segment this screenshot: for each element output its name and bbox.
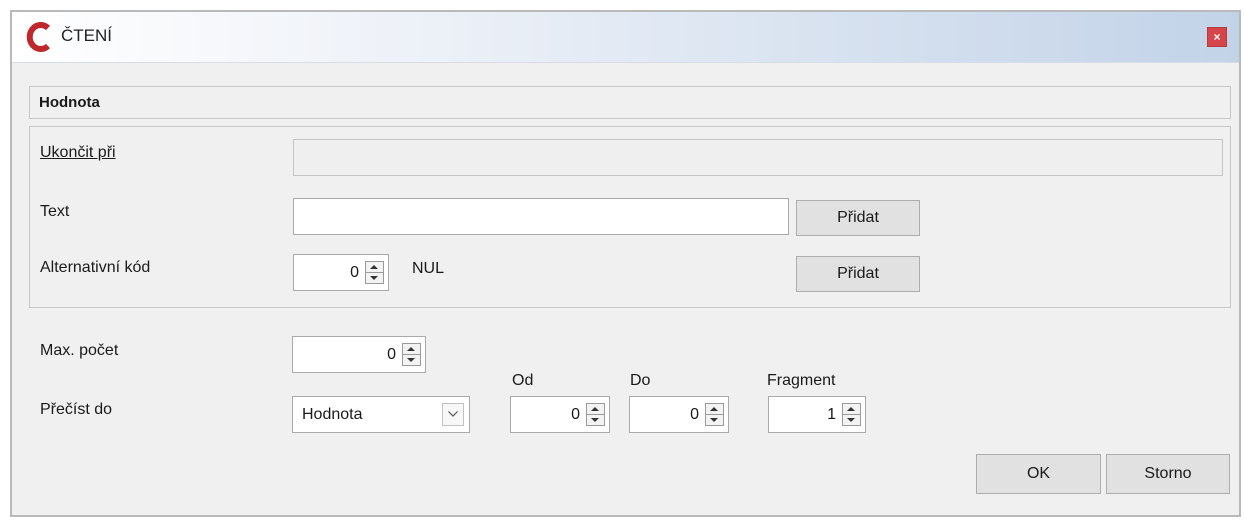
decrement-arrow-icon[interactable] [403, 355, 420, 365]
decrement-arrow-icon[interactable] [706, 415, 723, 425]
add-text-button[interactable]: Přidat [796, 200, 920, 236]
section-title: Hodnota [39, 94, 100, 111]
from-label: Od [512, 372, 534, 389]
from-stepper[interactable]: 0 [510, 396, 610, 433]
app-logo-icon [26, 22, 51, 52]
spinner-arrows [586, 403, 605, 426]
to-label: Do [630, 372, 651, 389]
close-button[interactable]: × [1207, 27, 1227, 47]
to-value: 0 [690, 406, 699, 423]
decrement-arrow-icon[interactable] [587, 415, 604, 425]
from-value: 0 [571, 406, 580, 423]
max-count-label: Max. počet [40, 342, 119, 359]
fragment-stepper[interactable]: 1 [768, 396, 866, 433]
fragment-label: Fragment [767, 372, 836, 389]
dialog-window: ČTENÍ × Hodnota Ukončit při Text Přidat … [10, 10, 1241, 517]
ukoncit-field [293, 139, 1223, 176]
alt-code-name: NUL [412, 260, 445, 277]
increment-arrow-icon[interactable] [587, 404, 604, 415]
section-header: Hodnota [29, 86, 1231, 119]
decrement-arrow-icon[interactable] [366, 273, 383, 283]
increment-arrow-icon[interactable] [843, 404, 860, 415]
window-title: ČTENÍ [61, 26, 112, 45]
terminator-group: Ukončit při Text Přidat Alternativní kód… [29, 126, 1231, 308]
ukoncit-label[interactable]: Ukončit při [40, 144, 116, 162]
read-to-select[interactable]: Hodnota [292, 396, 470, 433]
to-stepper[interactable]: 0 [629, 396, 729, 433]
increment-arrow-icon[interactable] [403, 344, 420, 355]
alt-code-label: Alternativní kód [40, 259, 151, 276]
title-bar[interactable]: ČTENÍ × [12, 12, 1239, 63]
text-label: Text [40, 203, 70, 220]
chevron-down-icon[interactable] [442, 403, 464, 426]
spinner-arrows [402, 343, 421, 366]
fragment-value: 1 [827, 406, 836, 423]
cancel-button[interactable]: Storno [1106, 454, 1230, 494]
text-input[interactable] [293, 198, 789, 235]
spinner-arrows [842, 403, 861, 426]
increment-arrow-icon[interactable] [706, 404, 723, 415]
read-to-label: Přečíst do [40, 401, 113, 418]
max-count-value: 0 [387, 346, 396, 363]
spinner-arrows [365, 261, 384, 284]
alt-code-stepper[interactable]: 0 [293, 254, 389, 291]
increment-arrow-icon[interactable] [366, 262, 383, 273]
max-count-stepper[interactable]: 0 [292, 336, 426, 373]
read-to-value: Hodnota [302, 406, 363, 423]
alt-code-value: 0 [350, 264, 359, 281]
spinner-arrows [705, 403, 724, 426]
ok-button[interactable]: OK [976, 454, 1101, 494]
add-alt-code-button[interactable]: Přidat [796, 256, 920, 292]
decrement-arrow-icon[interactable] [843, 415, 860, 425]
